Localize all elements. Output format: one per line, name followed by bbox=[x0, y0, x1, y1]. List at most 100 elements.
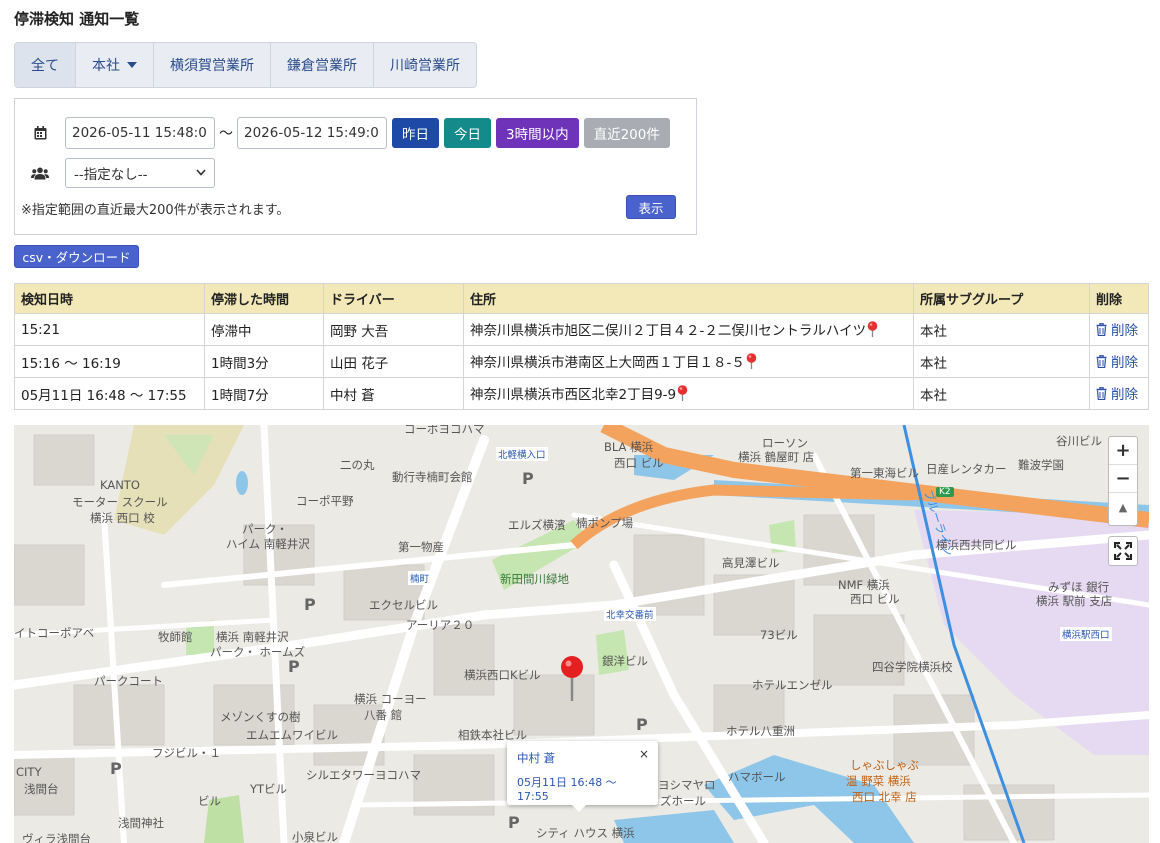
results-table: 検知日時 停滞した時間 ドライバー 住所 所属サブグループ 削除 15:21 停… bbox=[14, 283, 1149, 410]
map-label: アーリア２０ bbox=[406, 618, 475, 632]
detected-cell: 15:21 bbox=[14, 313, 205, 346]
table-row[interactable]: 15:16 〜 16:19 1時間3分 山田 花子 神奈川県横浜市港南区上大岡西… bbox=[14, 345, 1149, 378]
map-label: ホテル八重洲 bbox=[726, 724, 795, 738]
map-label: ズホール bbox=[660, 794, 706, 808]
map-popup: 中村 蒼 05月11日 16:48 〜 17:55 × bbox=[507, 741, 658, 812]
map-label: ビル bbox=[198, 794, 221, 808]
group-cell: 本社 bbox=[913, 345, 1090, 378]
tab-yokosuka[interactable]: 横須賀営業所 bbox=[154, 43, 271, 87]
map-label: 八番 館 bbox=[364, 708, 403, 722]
map-label: BLA 横浜 bbox=[604, 440, 654, 454]
map-label: パークコート bbox=[94, 674, 163, 688]
delete-link[interactable]: 削除 bbox=[1096, 383, 1138, 403]
map-pin-icon[interactable] bbox=[677, 384, 688, 405]
map-label: ホテルエンゼル bbox=[752, 678, 833, 692]
address-text: 神奈川県横浜市西区北幸2丁目9-9 bbox=[470, 386, 677, 403]
trash-icon bbox=[1096, 354, 1107, 368]
compass-button[interactable]: ▲ bbox=[1109, 493, 1137, 521]
map-label: 浅間神社 bbox=[118, 816, 164, 830]
yesterday-button[interactable]: 昨日 bbox=[392, 118, 439, 148]
map-label: 西口 北幸 店 bbox=[852, 790, 917, 804]
table-row[interactable]: 05月11日 16:48 〜 17:55 1時間7分 中村 蒼 神奈川県横浜市西… bbox=[14, 377, 1149, 410]
map-label: 温 野菜 横浜 bbox=[846, 774, 911, 788]
today-button[interactable]: 今日 bbox=[444, 118, 491, 148]
close-icon[interactable]: × bbox=[639, 747, 649, 761]
start-datetime-input[interactable]: 2026-05-11 15:48:0 bbox=[65, 117, 215, 149]
selected-location-marker[interactable] bbox=[560, 655, 584, 707]
subgroup-select-value: --指定なし-- bbox=[74, 167, 148, 183]
map-label: ヨシマヤロ bbox=[658, 778, 716, 792]
column-header-address: 住所 bbox=[463, 283, 914, 314]
tab-label: 鎌倉営業所 bbox=[287, 58, 357, 74]
zoom-out-button[interactable]: − bbox=[1109, 465, 1137, 493]
latest-200-button[interactable]: 直近200件 bbox=[583, 118, 670, 148]
parking-icon: P bbox=[110, 759, 122, 778]
map-label: フジビル・１ bbox=[152, 746, 221, 760]
date-range-row: 2026-05-11 15:48:0 〜 2026-05-12 15:49:0 … bbox=[15, 117, 670, 149]
show-button[interactable]: 表示 bbox=[626, 195, 676, 219]
parking-icon: P bbox=[522, 469, 534, 488]
duration-cell: 停滞中 bbox=[204, 313, 324, 346]
tab-label: 全て bbox=[31, 58, 59, 74]
map-label: 北軽横入口 bbox=[496, 447, 548, 461]
map-view[interactable]: KANTO モーター スクール 横浜 西口 校 二の丸 動行寺楠町会館 コーポ平… bbox=[14, 425, 1149, 843]
map-label: 楠ポンプ場 bbox=[576, 516, 634, 530]
map-pin-icon[interactable] bbox=[867, 320, 878, 341]
map-label: ハイム 南軽井沢 bbox=[226, 537, 310, 551]
address-cell: 神奈川県横浜市西区北幸2丁目9-9 bbox=[463, 377, 914, 410]
delete-link[interactable]: 削除 bbox=[1096, 319, 1138, 339]
map-label: 日産レンタカー bbox=[926, 462, 1007, 476]
tab-headquarters[interactable]: 本社 bbox=[76, 43, 154, 87]
map-label: 動行寺楠町会館 bbox=[392, 470, 473, 484]
map-label: 横浜駅西口 bbox=[1060, 627, 1112, 641]
map-label: パーク・ bbox=[242, 522, 288, 536]
table-row[interactable]: 15:21 停滞中 岡野 大吾 神奈川県横浜市旭区二俣川２丁目４２-２二俣川セン… bbox=[14, 313, 1149, 346]
map-label: 北幸交番前 bbox=[604, 607, 656, 621]
map-label: ヴィラ浅間台 bbox=[22, 832, 91, 843]
trash-icon bbox=[1096, 386, 1107, 400]
map-label: 二の丸 bbox=[340, 458, 375, 472]
csv-download-button[interactable]: csv・ダウンロード bbox=[14, 245, 139, 268]
parking-icon: P bbox=[288, 657, 300, 676]
tab-all[interactable]: 全て bbox=[15, 43, 76, 87]
filter-panel: 2026-05-11 15:48:0 〜 2026-05-12 15:49:0 … bbox=[14, 98, 697, 235]
map-label: 牧師館 bbox=[158, 630, 193, 644]
caret-down-icon bbox=[127, 62, 137, 68]
map-label: 浅間台 bbox=[24, 782, 59, 796]
address-text: 神奈川県横浜市旭区二俣川２丁目４２-２二俣川セントラルハイツ bbox=[470, 322, 867, 339]
map-label: しゃぶしゃぶ bbox=[850, 758, 919, 772]
column-header-group: 所属サブグループ bbox=[913, 283, 1090, 314]
within-3-hours-button[interactable]: 3時間以内 bbox=[496, 118, 579, 148]
map-label: 横浜 駅前 支店 bbox=[1036, 594, 1113, 608]
range-separator: 〜 bbox=[219, 126, 233, 142]
map-label: 楠町 bbox=[408, 571, 432, 585]
branch-tabs: 全て 本社 横須賀営業所 鎌倉営業所 川崎営業所 bbox=[14, 42, 477, 88]
column-header-duration: 停滞した時間 bbox=[204, 283, 324, 314]
delete-link[interactable]: 削除 bbox=[1096, 351, 1138, 371]
map-label: 四谷学院横浜校 bbox=[872, 660, 953, 674]
driver-cell: 山田 花子 bbox=[323, 345, 464, 378]
end-datetime-input[interactable]: 2026-05-12 15:49:0 bbox=[237, 117, 387, 149]
tab-kamakura[interactable]: 鎌倉営業所 bbox=[271, 43, 374, 87]
fullscreen-control bbox=[1108, 536, 1138, 566]
subgroup-select[interactable]: --指定なし-- bbox=[65, 158, 215, 188]
tab-kawasaki[interactable]: 川崎営業所 bbox=[374, 43, 476, 87]
map-label: メゾンくすの樹 bbox=[220, 710, 301, 724]
table-header-row: 検知日時 停滞した時間 ドライバー 住所 所属サブグループ 削除 bbox=[14, 283, 1149, 314]
map-label: 横浜 鶴屋町 店 bbox=[738, 450, 815, 464]
map-label: 新田間川緑地 bbox=[500, 572, 569, 586]
map-label: イトコーポアベ bbox=[14, 626, 95, 640]
zoom-in-button[interactable]: + bbox=[1109, 437, 1137, 465]
group-cell: 本社 bbox=[913, 377, 1090, 410]
range-note: ※指定範囲の直近最大200件が表示されます。 bbox=[21, 203, 290, 218]
map-label: 第一物産 bbox=[398, 540, 444, 554]
address-cell: 神奈川県横浜市港南区上大岡西１丁目１８-５ bbox=[463, 345, 914, 378]
map-label: 小泉ビル bbox=[292, 830, 338, 843]
fullscreen-icon[interactable] bbox=[1109, 537, 1137, 565]
popup-time: 05月11日 16:48 〜 17:55 bbox=[517, 776, 617, 803]
map-pin-icon[interactable] bbox=[746, 352, 757, 373]
group-row: --指定なし-- bbox=[15, 158, 215, 188]
driver-cell: 岡野 大吾 bbox=[323, 313, 464, 346]
users-icon bbox=[15, 167, 65, 180]
map-label: シルエタワーヨコハマ bbox=[306, 768, 421, 782]
